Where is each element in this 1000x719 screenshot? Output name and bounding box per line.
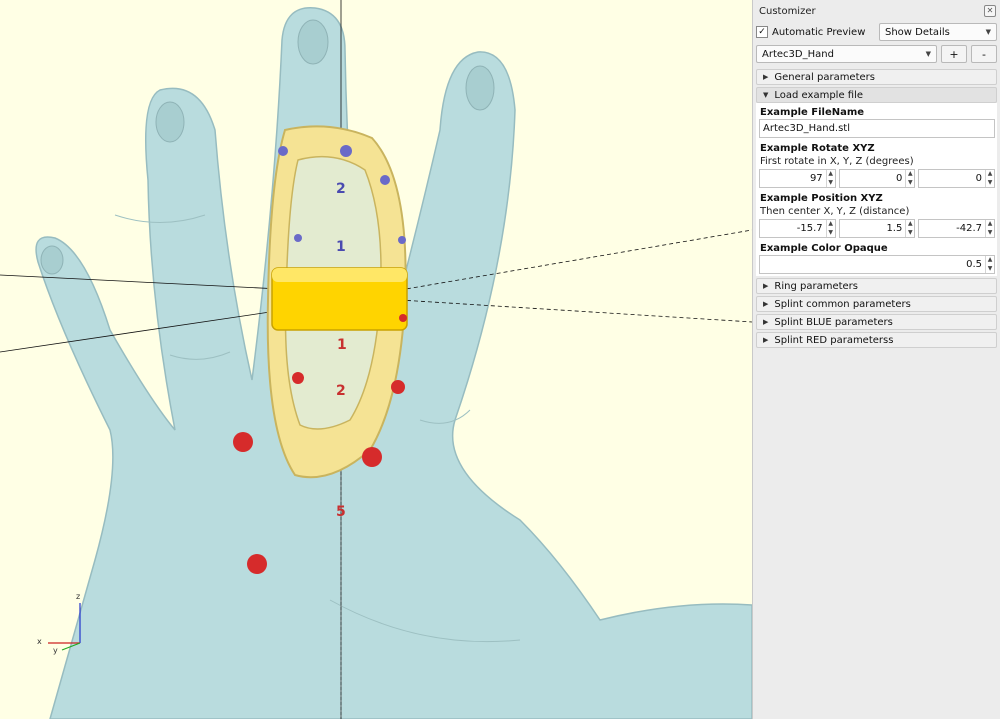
position-x-spinbox[interactable]: -15.7 ▲ ▼: [759, 219, 836, 238]
section-label: Splint RED parameterss: [774, 334, 894, 346]
details-select[interactable]: Show Details ▼: [879, 23, 997, 41]
spin-arrows-icon[interactable]: ▲ ▼: [985, 256, 994, 273]
section-ring-parameters[interactable]: ▶ Ring parameters: [756, 278, 997, 294]
details-select-value: Show Details: [885, 26, 950, 38]
axis-z-label: z: [76, 592, 80, 601]
spin-arrows-icon[interactable]: ▲ ▼: [825, 220, 835, 237]
spin-value: -42.7: [956, 223, 983, 234]
preset-select[interactable]: Artec3D_Hand ▼: [756, 45, 937, 63]
spin-value: 0: [975, 173, 983, 184]
spin-value: 97: [809, 173, 823, 184]
ruler-blue-label: 1: [336, 239, 346, 255]
spin-arrows-icon[interactable]: ▲ ▼: [825, 170, 835, 187]
spin-value: 0.5: [966, 259, 982, 270]
ring-band: [271, 267, 408, 331]
customizer-titlebar: Customizer ✕: [753, 0, 1000, 22]
close-icon[interactable]: ✕: [984, 5, 996, 17]
3d-viewport[interactable]: 2 1 1 2 5 z x y: [0, 0, 752, 719]
automatic-preview-label: Automatic Preview: [772, 26, 866, 38]
automatic-preview-checkbox[interactable]: ✓ Automatic Preview: [756, 26, 875, 38]
param-description: First rotate in X, Y, Z (degrees): [760, 156, 914, 167]
section-label: Load example file: [774, 89, 864, 101]
ruler-red-label: 5: [336, 504, 346, 520]
spin-arrows-icon[interactable]: ▲ ▼: [985, 220, 994, 237]
chevron-right-icon: ▶: [763, 300, 769, 308]
axis-y-label: y: [53, 646, 58, 655]
param-label: Example Color Opaque: [760, 243, 888, 254]
section-splint-blue-parameters[interactable]: ▶ Splint BLUE parameters: [756, 314, 997, 330]
chevron-right-icon: ▶: [763, 318, 769, 326]
spin-value: -15.7: [796, 223, 823, 234]
section-load-example-file[interactable]: ▼ Load example file: [756, 87, 997, 103]
axis-gizmo: z x y: [37, 592, 81, 655]
rotate-y-spinbox[interactable]: 0 ▲ ▼: [838, 169, 916, 188]
load-example-body: Example FileName Artec3D_Hand.stl Exampl…: [756, 103, 997, 276]
position-z-spinbox[interactable]: -42.7 ▲ ▼: [918, 219, 996, 238]
section-splint-red-parameters[interactable]: ▶ Splint RED parameterss: [756, 332, 997, 348]
spin-value: 0: [895, 173, 903, 184]
section-label: Ring parameters: [774, 280, 858, 292]
chevron-down-icon: ▼: [763, 91, 769, 99]
section-label: General parameters: [774, 71, 875, 83]
spin-value: 1.5: [886, 223, 903, 234]
section-label: Splint common parameters: [774, 298, 911, 310]
section-label: Splint BLUE parameters: [774, 316, 893, 328]
rotate-x-spinbox[interactable]: 97 ▲ ▼: [759, 169, 836, 188]
add-preset-button[interactable]: +: [941, 45, 967, 63]
param-label: Example Rotate XYZ: [760, 143, 875, 154]
ruler-red-label: 1: [337, 337, 347, 353]
spin-arrows-icon[interactable]: ▲ ▼: [985, 170, 994, 187]
ruler-blue-label: 2: [336, 181, 346, 197]
position-y-spinbox[interactable]: 1.5 ▲ ▼: [838, 219, 916, 238]
spin-arrows-icon[interactable]: ▲ ▼: [905, 220, 914, 237]
color-opaque-spinbox[interactable]: 0.5 ▲ ▼: [759, 255, 995, 274]
axis-x-label: x: [37, 637, 42, 646]
chevron-right-icon: ▶: [763, 282, 769, 290]
param-label: Example Position XYZ: [760, 193, 883, 204]
chevron-down-icon: ▼: [925, 50, 931, 58]
param-label: Example FileName: [760, 107, 865, 118]
customizer-title: Customizer: [759, 5, 816, 17]
preset-select-value: Artec3D_Hand: [762, 48, 834, 60]
customizer-panel: Customizer ✕ ✓ Automatic Preview Show De…: [752, 0, 1000, 719]
check-icon: ✓: [756, 26, 768, 38]
ruler-red-label: 2: [336, 383, 346, 399]
chevron-down-icon: ▼: [985, 28, 991, 36]
section-general-parameters[interactable]: ▶ General parameters: [756, 69, 997, 85]
spin-arrows-icon[interactable]: ▲ ▼: [905, 170, 914, 187]
rotate-z-spinbox[interactable]: 0 ▲ ▼: [918, 169, 996, 188]
filename-input[interactable]: Artec3D_Hand.stl: [759, 119, 995, 138]
remove-preset-button[interactable]: -: [971, 45, 997, 63]
param-description: Then center X, Y, Z (distance): [760, 206, 910, 217]
chevron-right-icon: ▶: [763, 73, 769, 81]
chevron-right-icon: ▶: [763, 336, 769, 344]
section-splint-common-parameters[interactable]: ▶ Splint common parameters: [756, 296, 997, 312]
